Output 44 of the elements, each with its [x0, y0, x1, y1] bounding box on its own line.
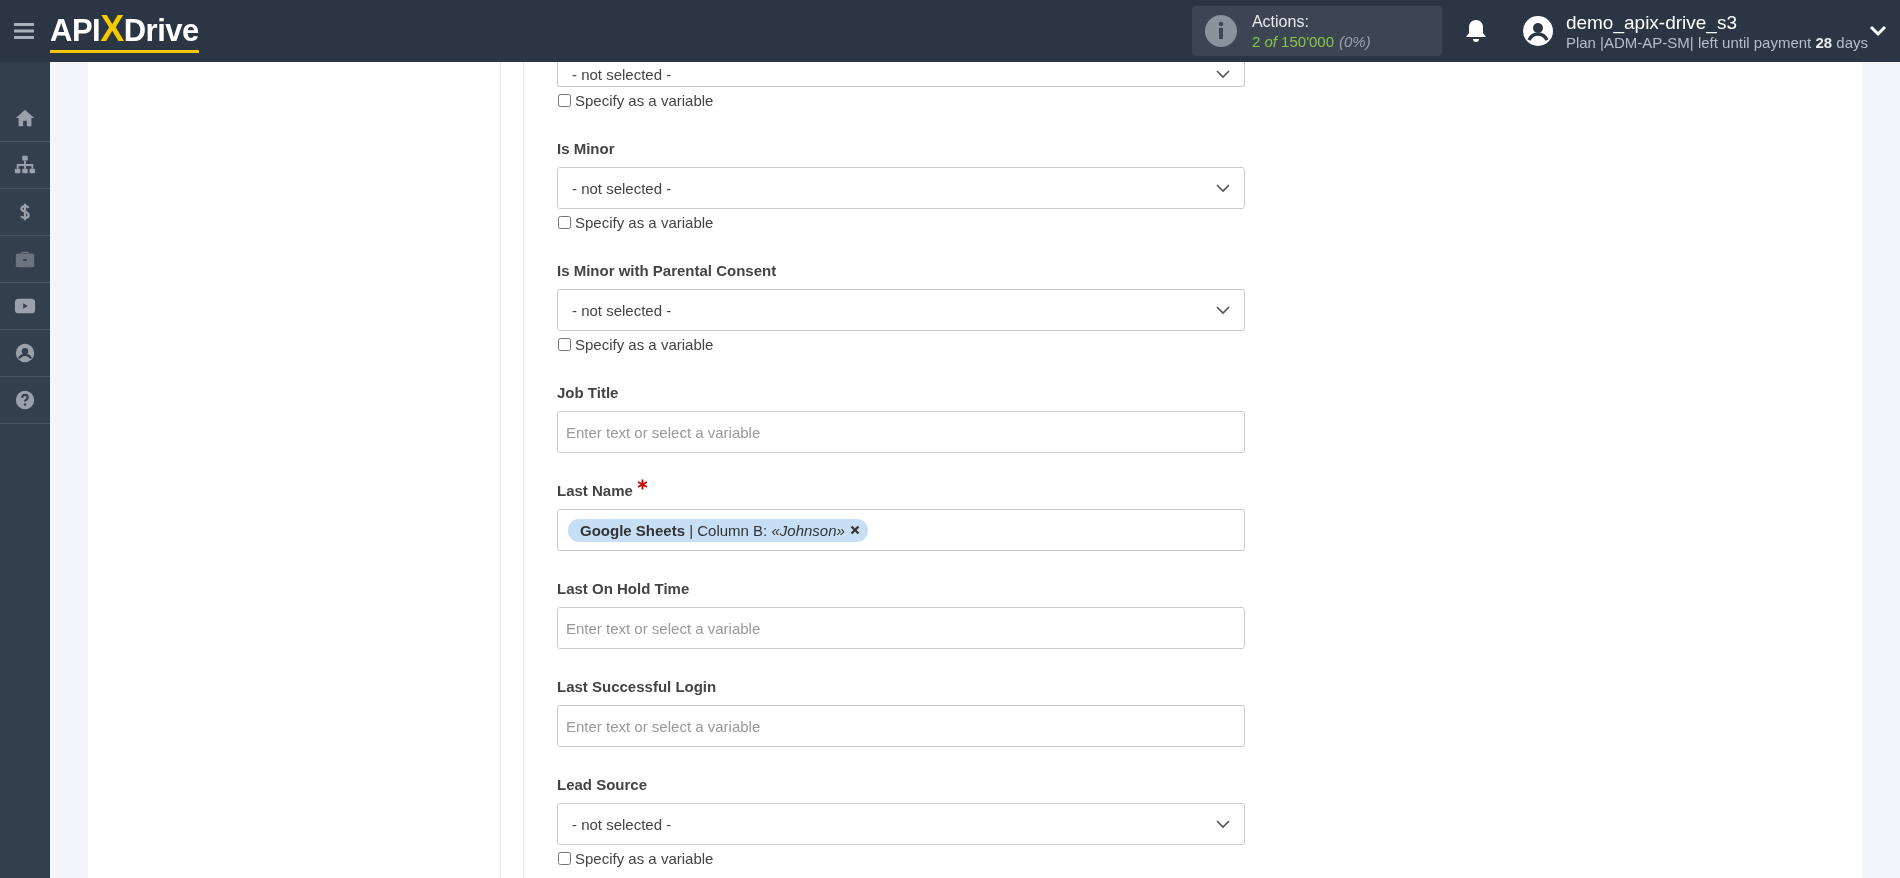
avatar-icon[interactable] — [1521, 15, 1554, 47]
field-label: Is Minor — [557, 139, 615, 159]
field-label: Last Name — [557, 481, 633, 501]
text-field[interactable]: Enter text or select a variable — [557, 705, 1245, 747]
dropdown[interactable]: - not selected - — [557, 167, 1245, 209]
actions-percent: (0%) — [1339, 32, 1371, 50]
chevron-icon — [1216, 305, 1230, 315]
actions-usage: 2 of 150'000 — [1251, 32, 1335, 50]
text-field[interactable]: Enter text or select a variable — [557, 607, 1245, 649]
checkbox-label: Specify as a variable — [575, 849, 714, 867]
plan-info: Plan |ADM-AP-SM| left until payment 28 days — [1565, 33, 1868, 51]
chevron-icon[interactable] — [1868, 24, 1888, 38]
dropdown[interactable]: - not selected - — [557, 289, 1245, 331]
sitemap-icon[interactable] — [14, 154, 36, 176]
checkbox[interactable] — [558, 93, 571, 107]
menu-icon[interactable] — [14, 23, 34, 39]
checkbox[interactable] — [558, 337, 571, 351]
checkbox-label: Specify as a variable — [575, 91, 714, 109]
remove-icon[interactable] — [849, 525, 860, 535]
checkbox[interactable] — [558, 851, 571, 865]
info-icon — [1203, 14, 1238, 48]
field-label: Is Minor with Parental Consent — [557, 261, 777, 281]
logo[interactable]: APIXDrive — [50, 9, 199, 53]
bell-icon[interactable] — [1463, 18, 1488, 44]
field-label: Lead Source — [557, 775, 648, 795]
dropdown[interactable]: - not selected - — [557, 803, 1245, 845]
field-label: Job Title — [557, 383, 619, 403]
chevron-icon — [1216, 69, 1230, 79]
user-name: demo_apix-drive_s3 — [1565, 11, 1738, 34]
user-icon[interactable] — [14, 342, 36, 364]
chevron-icon — [1216, 183, 1230, 193]
field-label: Last On Hold Time — [557, 579, 690, 599]
text-field[interactable]: Enter text or select a variable — [557, 411, 1245, 453]
variable-tag: Google Sheets | Column B: «Johnson» — [568, 518, 868, 542]
help-icon[interactable] — [14, 389, 36, 411]
checkbox[interactable] — [558, 215, 571, 229]
variable-field[interactable]: Google Sheets | Column B: «Johnson» — [557, 509, 1245, 551]
checkbox-label: Specify as a variable — [575, 335, 714, 353]
dropdown[interactable]: - not selected - — [557, 62, 1245, 87]
field-label: Last Successful Login — [557, 677, 717, 697]
chevron-icon — [1216, 819, 1230, 829]
actions-label: Actions: — [1251, 12, 1310, 31]
home-icon[interactable] — [14, 107, 36, 129]
checkbox-label: Specify as a variable — [575, 213, 714, 231]
